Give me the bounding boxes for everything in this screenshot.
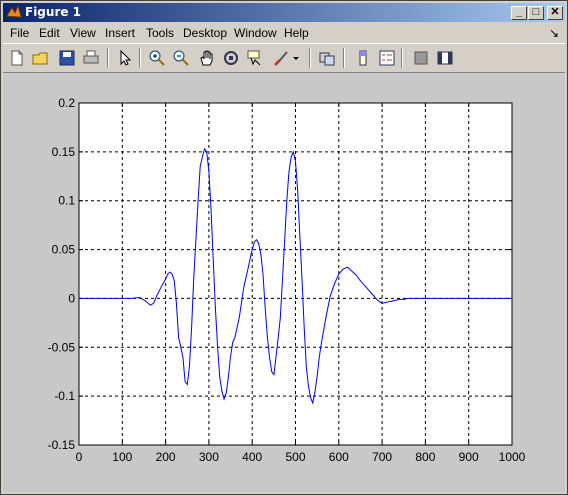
edit-plot-arrow-icon[interactable]	[115, 48, 135, 68]
y-tick-label: -0.1	[54, 389, 75, 403]
y-tick-label: 0.05	[52, 243, 76, 257]
menu-edit[interactable]: Edit	[39, 26, 60, 40]
matlab-logo-icon	[6, 4, 22, 18]
window-title: Figure 1	[25, 5, 82, 19]
hide-plot-tools-icon[interactable]	[411, 48, 431, 68]
figure-toolbar	[3, 43, 565, 73]
y-tick-label: 0.15	[52, 145, 76, 159]
menu-tools[interactable]: Tools	[146, 26, 174, 40]
menu-desktop[interactable]: Desktop	[183, 26, 227, 40]
x-tick-label: 300	[199, 450, 219, 464]
dock-arrow-icon[interactable]: ↘	[549, 26, 559, 40]
title-bar[interactable]: Figure 1 _ □ ✕	[3, 3, 565, 22]
brush-icon[interactable]	[271, 48, 291, 68]
x-tick-label: 700	[372, 450, 392, 464]
zoom-out-icon[interactable]	[171, 48, 191, 68]
menu-file[interactable]: File	[10, 26, 29, 40]
menu-insert[interactable]: Insert	[105, 26, 135, 40]
pan-hand-icon[interactable]	[197, 48, 217, 68]
x-tick-label: 0	[76, 450, 83, 464]
maximize-button[interactable]: □	[528, 6, 544, 20]
y-tick-label: -0.15	[48, 438, 76, 452]
line-plot[interactable]: 0 100 200 300 400 500 600 700 800 900 1000 -0.15 -0.…	[3, 73, 565, 492]
x-tick-label: 1000	[499, 450, 526, 464]
show-plot-tools-icon[interactable]	[435, 48, 455, 68]
link-plot-icon[interactable]	[317, 48, 337, 68]
figure-window: Figure 1 _ □ ✕ File Edit View Insert Too…	[0, 0, 568, 495]
toolbar-separator	[401, 48, 403, 68]
x-tick-label: 500	[285, 450, 305, 464]
save-icon[interactable]	[57, 48, 77, 68]
x-tick-label: 800	[415, 450, 435, 464]
x-tick-label: 100	[112, 450, 132, 464]
x-tick-label: 400	[242, 450, 262, 464]
y-tick-label: -0.05	[48, 340, 76, 354]
y-tick-label: 0	[68, 291, 75, 305]
menu-window[interactable]: Window	[234, 26, 277, 40]
open-file-icon[interactable]	[31, 48, 51, 68]
minimize-button[interactable]: _	[511, 6, 527, 20]
toolbar-separator	[309, 48, 311, 68]
y-tick-label: 0.1	[58, 194, 75, 208]
menu-view[interactable]: View	[70, 26, 96, 40]
print-icon[interactable]	[81, 48, 101, 68]
new-figure-icon[interactable]	[7, 48, 27, 68]
figure-canvas: 0 100 200 300 400 500 600 700 800 900 1000 -0.15 -0.…	[3, 73, 565, 492]
menu-bar: File Edit View Insert Tools Desktop Wind…	[3, 23, 565, 42]
zoom-in-icon[interactable]	[147, 48, 167, 68]
toolbar-separator	[107, 48, 109, 68]
legend-icon[interactable]	[377, 48, 397, 68]
x-tick-label: 600	[329, 450, 349, 464]
toolbar-separator	[139, 48, 141, 68]
rotate-3d-icon[interactable]	[221, 48, 241, 68]
toolbar-separator	[343, 48, 345, 68]
brush-dropdown-icon[interactable]	[291, 48, 301, 68]
close-button[interactable]: ✕	[547, 6, 563, 20]
y-tick-label: 0.2	[58, 96, 75, 110]
x-tick-label: 900	[459, 450, 479, 464]
x-tick-label: 200	[156, 450, 176, 464]
colorbar-icon[interactable]	[353, 48, 373, 68]
menu-help[interactable]: Help	[284, 26, 309, 40]
data-cursor-icon[interactable]	[245, 48, 265, 68]
